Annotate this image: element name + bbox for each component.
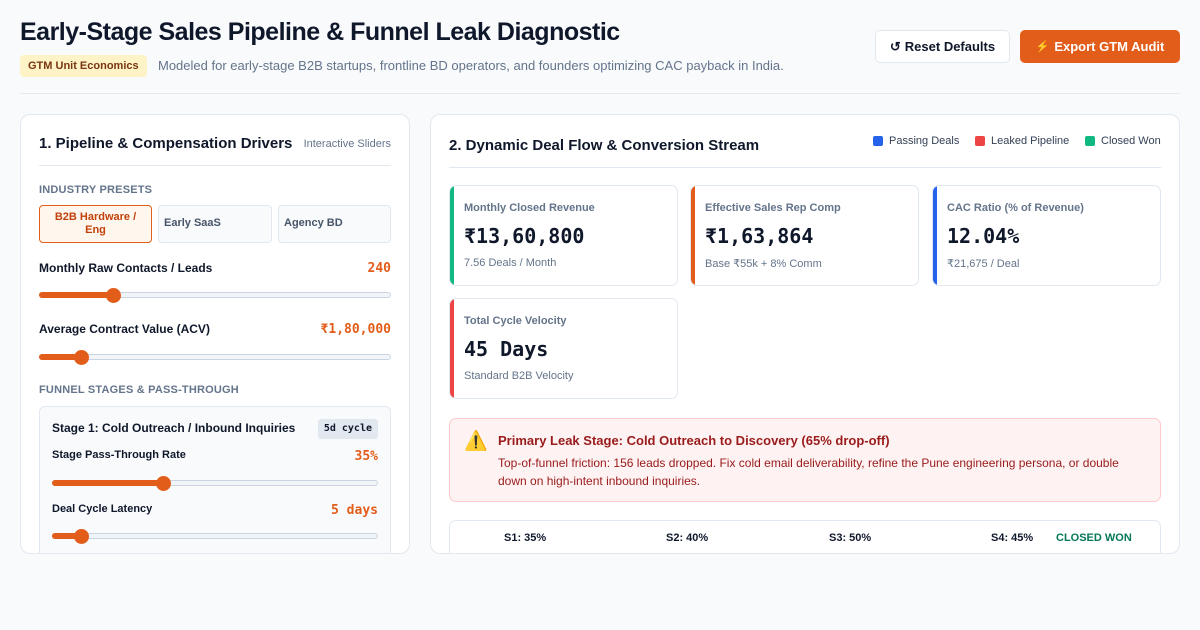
kpi-cycle-velocity: Total Cycle Velocity 45 Days Standard B2…	[449, 298, 678, 399]
preset-agency-bd[interactable]: Agency BD	[278, 205, 391, 243]
legend-swatch	[975, 136, 985, 146]
slider-thumb[interactable]	[74, 350, 90, 365]
page-title: Early-Stage Sales Pipeline & Funnel Leak…	[20, 18, 620, 46]
slider-thumb[interactable]	[74, 529, 90, 544]
kpi-label: Monthly Closed Revenue	[464, 202, 595, 214]
slider-thumb[interactable]	[105, 288, 121, 303]
lightning-icon: ⚡	[1035, 41, 1050, 53]
latency-slider[interactable]	[52, 529, 378, 544]
legend-label: Leaked Pipeline	[991, 135, 1070, 147]
stage-1-cycle-chip: 5d cycle	[317, 419, 378, 439]
kpi-label: Total Cycle Velocity	[464, 315, 567, 327]
panel-title: 1. Pipeline & Compensation Drivers	[39, 135, 293, 152]
flow-closed-won: CLOSED WON	[1056, 532, 1132, 544]
flow-stage-s1: S1: 35%	[504, 532, 547, 544]
leads-value: 240	[367, 261, 391, 276]
stage-1-title: Stage 1: Cold Outreach / Inbound Inquiri…	[52, 421, 296, 435]
flow-stage-s2: S2: 40%	[666, 532, 709, 544]
slider-track	[52, 533, 378, 539]
flow-stage-s4: S4: 45%	[991, 532, 1034, 544]
preset-b2b-hardware[interactable]: B2B Hardware / Eng	[39, 205, 152, 243]
kpi-label: CAC Ratio (% of Revenue)	[947, 202, 1084, 214]
kpi-value: ₹13,60,800	[464, 224, 585, 248]
pass-rate-value: 35%	[354, 449, 378, 464]
kpi-label: Effective Sales Rep Comp	[705, 202, 841, 214]
kpi-value: 12.04%	[947, 224, 1020, 248]
panel-divider	[39, 165, 391, 166]
kpi-subtext: 7.56 Deals / Month	[464, 257, 557, 269]
reset-defaults-button[interactable]: ↺ Reset Defaults	[875, 30, 1010, 63]
alert-title: Primary Leak Stage: Cold Outreach to Dis…	[498, 433, 890, 448]
flow-stage-s3: S3: 50%	[829, 532, 872, 544]
primary-leak-alert: ⚠️ Primary Leak Stage: Cold Outreach to …	[449, 418, 1161, 502]
category-badge: GTM Unit Economics	[20, 55, 147, 77]
kpi-cac-ratio: CAC Ratio (% of Revenue) 12.04% ₹21,675 …	[932, 185, 1161, 286]
slider-fill	[39, 292, 113, 298]
panel-divider	[449, 167, 1161, 168]
kpi-sales-rep-comp: Effective Sales Rep Comp ₹1,63,864 Base …	[690, 185, 919, 286]
kpi-accent-bar	[450, 186, 454, 285]
slider-track	[39, 354, 391, 360]
slider-thumb[interactable]	[155, 476, 171, 491]
legend-leaked-pipeline: Leaked Pipeline	[975, 135, 1069, 147]
kpi-accent-bar	[933, 186, 937, 285]
kpi-monthly-closed-revenue: Monthly Closed Revenue ₹13,60,800 7.56 D…	[449, 185, 678, 286]
pass-rate-label: Stage Pass-Through Rate	[52, 449, 186, 461]
acv-label: Average Contract Value (ACV)	[39, 322, 210, 336]
legend-label: Closed Won	[1101, 135, 1161, 147]
kpi-accent-bar	[691, 186, 695, 285]
legend-label: Passing Deals	[889, 135, 960, 147]
acv-slider[interactable]	[39, 350, 391, 365]
stage-1-card: Stage 1: Cold Outreach / Inbound Inquiri…	[39, 406, 391, 553]
page-subtitle: Modeled for early-stage B2B startups, fr…	[158, 58, 784, 73]
page-header: Early-Stage Sales Pipeline & Funnel Leak…	[20, 0, 1180, 94]
kpi-accent-bar	[450, 299, 454, 398]
industry-presets-label: INDUSTRY PRESETS	[39, 184, 153, 196]
legend-closed-won: Closed Won	[1085, 135, 1161, 147]
reset-icon: ↺	[889, 38, 901, 54]
legend-passing-deals: Passing Deals	[873, 135, 959, 147]
kpi-subtext: Standard B2B Velocity	[464, 370, 574, 382]
kpi-subtext: ₹21,675 / Deal	[947, 258, 1020, 270]
kpi-value: ₹1,63,864	[705, 224, 814, 248]
export-label: Export GTM Audit	[1054, 39, 1165, 54]
slider-fill	[52, 480, 163, 486]
kpi-value: 45 Days	[464, 337, 549, 361]
alert-body: Top-of-funnel friction: 156 leads droppe…	[498, 456, 1119, 488]
kpi-subtext: Base ₹55k + 8% Comm	[705, 258, 822, 270]
latency-value: 5 days	[331, 503, 378, 518]
legend-swatch	[1085, 136, 1095, 146]
legend-swatch	[873, 136, 883, 146]
warning-icon: ⚠️	[464, 431, 488, 452]
acv-value: ₹1,80,000	[320, 322, 391, 337]
reset-defaults-label: Reset Defaults	[904, 39, 996, 54]
preset-early-saas[interactable]: Early SaaS	[158, 205, 272, 243]
pass-rate-slider[interactable]	[52, 476, 378, 491]
latency-label: Deal Cycle Latency	[52, 503, 153, 515]
export-gtm-audit-button[interactable]: ⚡ Export GTM Audit	[1020, 30, 1180, 63]
deal-flow-panel: 2. Dynamic Deal Flow & Conversion Stream…	[430, 114, 1180, 554]
panel-hint: Interactive Sliders	[303, 138, 391, 150]
pipeline-drivers-panel: 1. Pipeline & Compensation Drivers Inter…	[20, 114, 410, 554]
funnel-stages-label: FUNNEL STAGES & PASS-THROUGH	[39, 384, 239, 396]
panel-title: 2. Dynamic Deal Flow & Conversion Stream	[449, 137, 760, 154]
leads-slider[interactable]	[39, 288, 391, 303]
conversion-stream: S1: 35% S2: 40% S3: 50% S4: 45% CLOSED W…	[449, 520, 1161, 553]
leads-label: Monthly Raw Contacts / Leads	[39, 261, 213, 275]
